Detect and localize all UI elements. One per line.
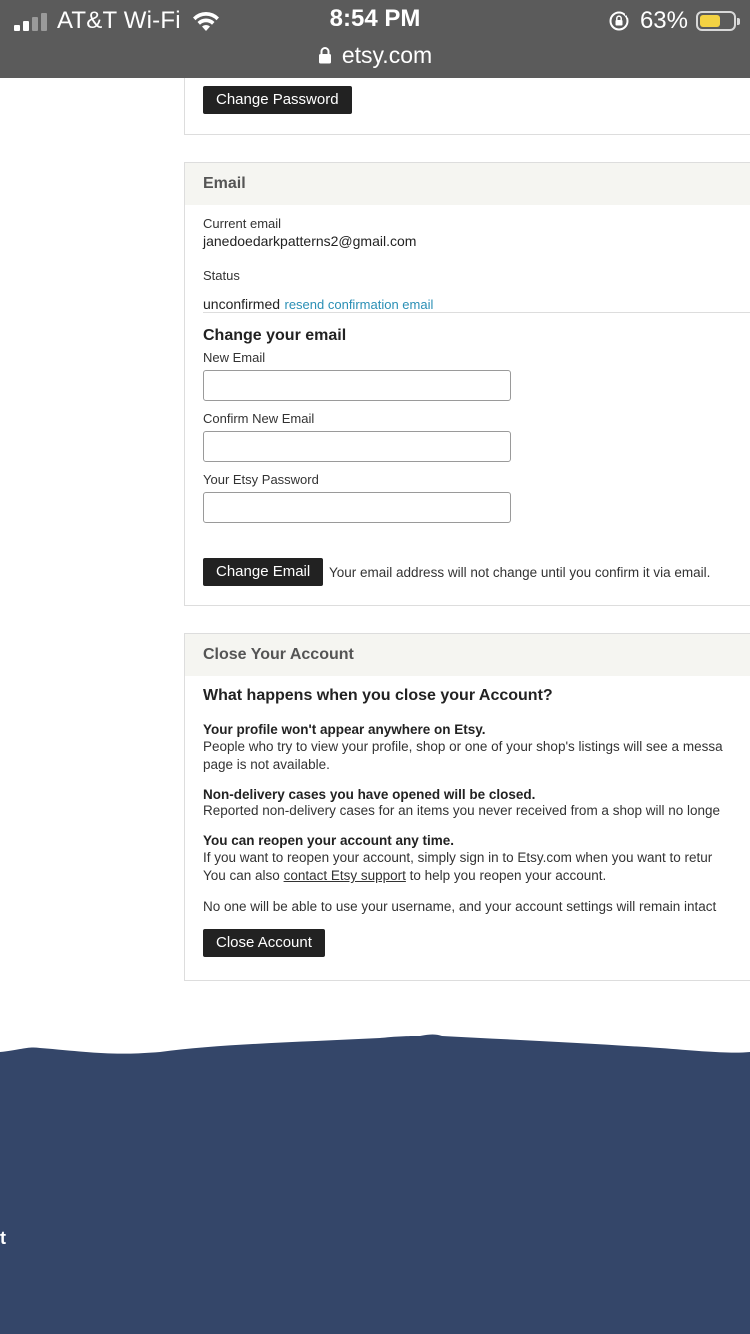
browser-top-bar: AT&T Wi-Fi 8:54 PM 63% etsy.com	[0, 0, 750, 78]
status-right: 63%	[608, 6, 740, 36]
battery-icon	[696, 11, 740, 31]
battery-percent: 63%	[639, 7, 688, 34]
divider	[203, 312, 750, 313]
current-email-value: janedoedarkpatterns2@gmail.com	[203, 233, 417, 249]
confirm-email-field[interactable]	[203, 431, 511, 462]
item3-line2-post: to help you reopen your account.	[405, 868, 607, 883]
change-email-button[interactable]: Change Email	[203, 558, 324, 586]
new-email-label: New Email	[203, 350, 266, 365]
etsy-password-label: Your Etsy Password	[203, 472, 319, 487]
status-label: Status	[203, 268, 240, 283]
change-email-heading: Change your email	[203, 327, 347, 344]
battery-level	[700, 15, 720, 27]
item3-line2: You can also contact Etsy support to hel…	[203, 867, 606, 885]
item1-line2: page is not available.	[203, 757, 330, 772]
contact-etsy-support-link[interactable]: contact Etsy support	[284, 868, 406, 883]
change-email-note: Your email address will not change until…	[329, 565, 711, 580]
confirm-email-label: Confirm New Email	[203, 411, 315, 426]
item2-line1: Reported non-delivery cases for an items…	[203, 803, 721, 818]
email-panel-title: Email	[185, 163, 750, 205]
close-account-button[interactable]: Close Account	[203, 929, 325, 957]
close-account-title: Close Your Account	[185, 634, 750, 676]
item3-line1: If you want to reopen your account, simp…	[203, 850, 713, 865]
status-value: unconfirmed	[203, 296, 281, 312]
footer-background	[0, 1034, 750, 1334]
footer-text-fragment: t	[0, 1228, 6, 1248]
new-email-field[interactable]	[203, 370, 511, 401]
item3-title: You can reopen your account any time.	[203, 833, 455, 848]
close-account-panel: Close Your Account What happens when you…	[184, 633, 750, 981]
url-domain: etsy.com	[341, 41, 433, 68]
resend-confirmation-link[interactable]: resend confirmation email	[285, 297, 434, 312]
close-account-heading: What happens when you close your Account…	[203, 687, 553, 704]
item1-title: Your profile won't appear anywhere on Et…	[203, 722, 486, 737]
etsy-password-field[interactable]	[203, 492, 511, 523]
item3-line2-pre: You can also	[203, 868, 284, 883]
padlock-icon	[318, 47, 331, 64]
url-bar[interactable]: etsy.com	[0, 40, 750, 70]
final-note: No one will be able to use your username…	[203, 899, 717, 914]
current-email-label: Current email	[203, 216, 282, 231]
item1-line1: People who try to view your profile, sho…	[203, 739, 723, 754]
email-panel: Email Current email janedoedarkpatterns2…	[184, 162, 750, 606]
change-password-button[interactable]: Change Password	[203, 86, 352, 114]
rotation-lock-icon	[609, 11, 630, 31]
